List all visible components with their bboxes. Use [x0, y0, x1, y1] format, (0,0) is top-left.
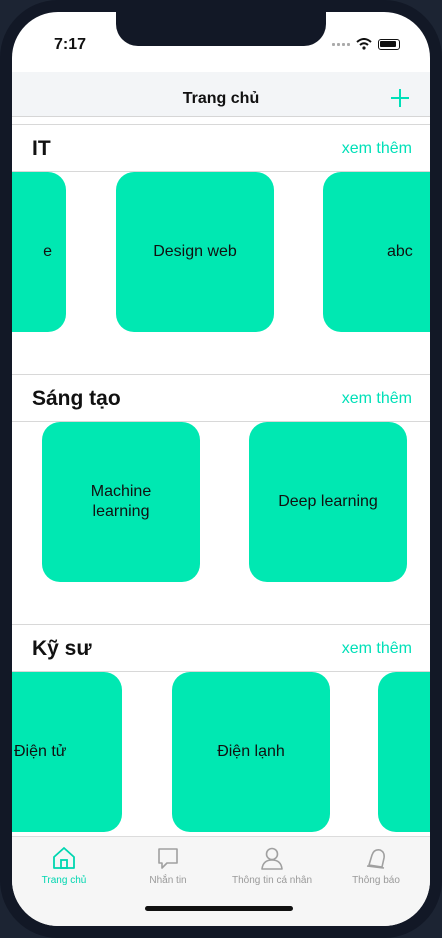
- tab-label: Thông tin cá nhân: [231, 875, 313, 886]
- section-title: Sáng tạo: [32, 387, 121, 410]
- add-icon[interactable]: [388, 86, 412, 110]
- wifi-icon: [356, 38, 372, 50]
- bell-icon: [366, 849, 385, 869]
- status-time: 7:17: [54, 36, 87, 53]
- course-card[interactable]: Điện tử: [12, 672, 122, 832]
- course-card[interactable]: Design web: [116, 172, 274, 332]
- status-icons: [332, 38, 400, 50]
- section-title: IT: [32, 137, 51, 160]
- section-header-sang-tao: Sáng tạo xem thêm: [12, 374, 430, 422]
- course-card[interactable]: Deep learning: [249, 422, 407, 582]
- card-row-sang-tao[interactable]: Machine learning Deep learning: [12, 422, 430, 624]
- section-header-ky-su: Kỹ sư xem thêm: [12, 624, 430, 672]
- page-title: Trang chủ: [182, 90, 260, 107]
- see-more-button[interactable]: xem thêm: [342, 640, 412, 658]
- tab-label: Nhắn tin: [149, 875, 187, 886]
- section-header-it: IT xem thêm: [12, 124, 430, 172]
- tab-label: Thông báo: [352, 875, 400, 886]
- course-card[interactable]: Machine learning: [42, 422, 200, 582]
- top-navbar: Trang chủ: [12, 72, 430, 117]
- bottom-tabbar: Trang chủ Nhắn tin Thông tin cá nhân Thô…: [12, 836, 430, 926]
- home-icon: [53, 847, 75, 869]
- card-row-it[interactable]: e Design web abc: [12, 172, 430, 374]
- battery-icon: [378, 38, 400, 50]
- see-more-button[interactable]: xem thêm: [342, 140, 412, 158]
- tab-label: Trang chủ: [41, 875, 87, 886]
- home-indicator: [145, 906, 293, 911]
- app-screen: 7:17 Trang chủ IT xem thêm e Design web …: [12, 12, 430, 926]
- device-frame: 7:17 Trang chủ IT xem thêm e Design web …: [0, 0, 442, 938]
- tab-notifications[interactable]: Thông báo: [324, 845, 428, 886]
- card-row-ky-su[interactable]: Điện tử Điện lạnh: [12, 672, 430, 836]
- category-list[interactable]: IT xem thêm e Design web abc Sáng tạo xe…: [12, 116, 430, 836]
- tab-home[interactable]: Trang chủ: [12, 845, 116, 886]
- device-notch: [116, 12, 326, 46]
- section-title: Kỹ sư: [32, 637, 92, 660]
- user-icon: [261, 847, 283, 870]
- tab-profile[interactable]: Thông tin cá nhân: [220, 845, 324, 886]
- see-more-button[interactable]: xem thêm: [342, 390, 412, 408]
- course-card[interactable]: e: [12, 172, 66, 332]
- course-card[interactable]: Điện lạnh: [172, 672, 330, 832]
- course-card[interactable]: [378, 672, 430, 832]
- course-card[interactable]: abc: [323, 172, 430, 332]
- signal-icon: [332, 42, 350, 46]
- tab-messages[interactable]: Nhắn tin: [116, 845, 220, 886]
- chat-icon: [158, 848, 178, 869]
